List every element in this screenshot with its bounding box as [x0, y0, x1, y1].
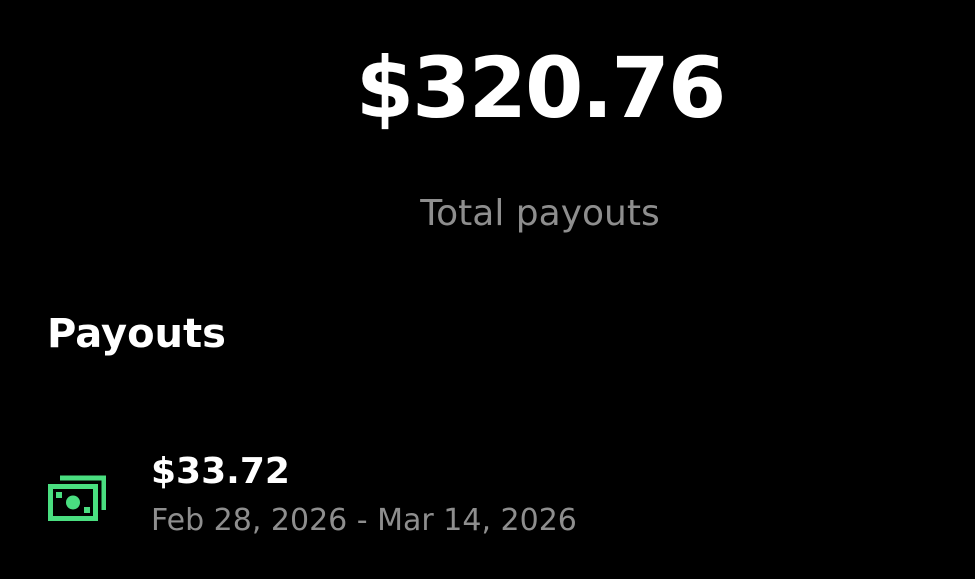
payout-list-item[interactable]: $33.72 Feb 28, 2026 - Mar 14, 2026: [0, 440, 975, 560]
payout-amount: $33.72: [151, 451, 290, 492]
payout-date-range: Feb 28, 2026 - Mar 14, 2026: [151, 503, 577, 538]
money-icon: [48, 474, 107, 522]
payouts-section-title: Payouts: [47, 311, 226, 357]
total-payouts-amount: $320.76: [355, 39, 727, 137]
total-payouts-label: Total payouts: [420, 193, 660, 234]
